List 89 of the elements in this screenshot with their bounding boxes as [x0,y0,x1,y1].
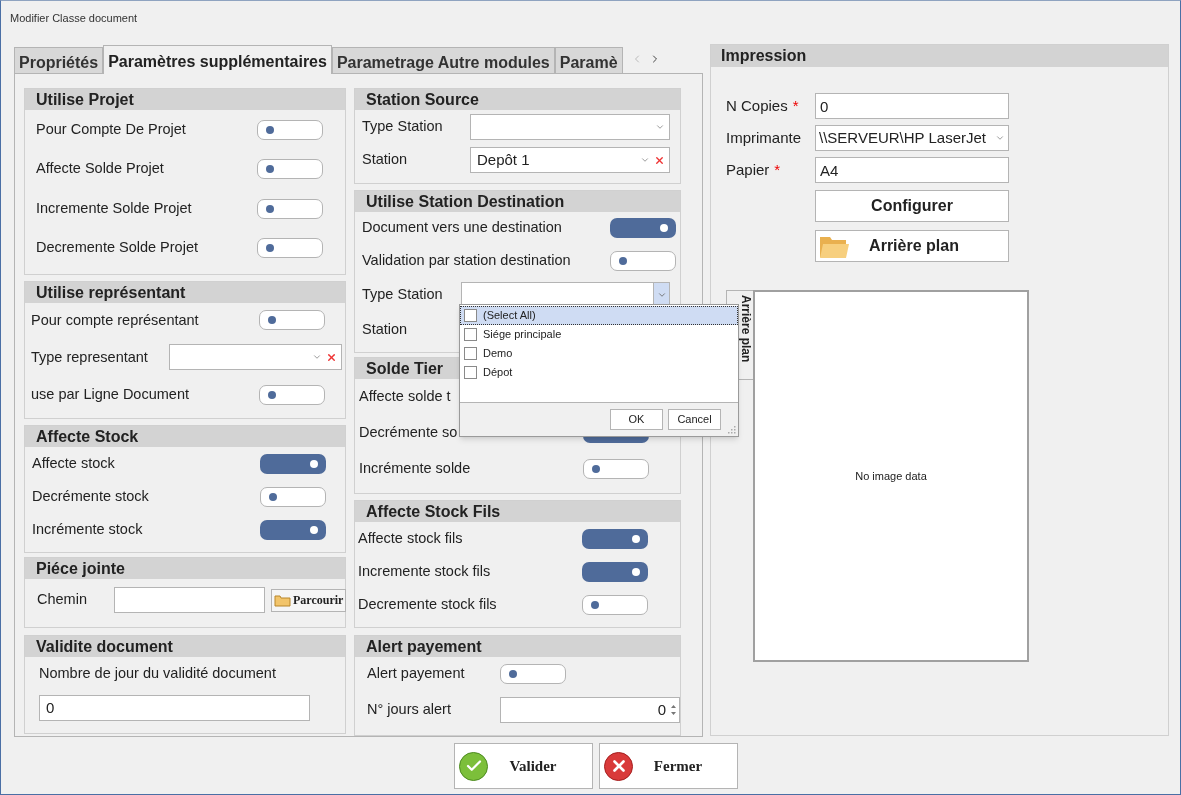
required-mark: * [774,159,781,180]
close-icon [604,751,633,781]
field-label: Type Station [362,285,443,305]
toggle-switch[interactable] [257,159,323,180]
toggle-switch[interactable] [257,238,323,259]
field-label: Station [362,150,408,170]
folder-icon [274,593,291,607]
toggle-switch[interactable] [259,310,325,331]
field-label: Imprimante [726,127,802,148]
field-label: Incremente stock fils [358,561,491,581]
path-field[interactable] [114,587,265,613]
validate-button[interactable]: Valider [454,743,593,789]
field-label: Pour compte représentant [31,310,199,330]
tab[interactable]: Paramètres supplémentaires [103,45,332,74]
days-field[interactable]: 0 [39,694,310,721]
image-preview: No image data [753,290,1029,662]
group-header: Piéce jointe [25,558,345,579]
field-label: N Copies [726,95,788,116]
field-label: Affecte solde t [359,387,451,407]
close-button[interactable]: Fermer [599,743,738,789]
group-header: Impression [711,45,1168,67]
toggle-switch[interactable] [260,486,326,507]
group-header: Validite document [25,636,345,657]
toggle-switch[interactable] [260,519,326,540]
window-title: Modifier Classe document [10,11,138,26]
group-header: Alert payement [355,636,680,657]
browse-button[interactable]: Parcourir [271,588,347,612]
group-header: Utilise Station Destination [355,191,680,212]
field-label: Affecte Solde Projet [36,159,164,179]
checkbox[interactable] [464,328,477,341]
field-label: Affecte stock [32,453,115,473]
field-label: Decrémente so [359,423,458,443]
field-label: Affecte stock fils [358,528,463,548]
field-label: Decrémente stock [32,486,149,506]
field-label: Document vers une destination [362,218,562,238]
field-label: Chemin [37,590,87,610]
field-label: N° jours alert [367,700,451,720]
clear-icon[interactable] [654,154,665,166]
dropdown-item[interactable]: (Select All) [460,306,738,325]
field-label: Incremente Solde Projet [36,198,192,218]
toggle-switch[interactable] [257,198,323,219]
tab[interactable]: Propriétés [14,47,104,73]
text-field[interactable]: 0 [815,93,1009,119]
toggle-switch[interactable] [610,250,676,271]
field-label: Decremente stock fils [358,594,497,614]
group-header: Affecte Stock [25,426,345,447]
field-label: Pour Compte De Projet [36,119,186,139]
field-label: Incrémente solde [359,459,471,479]
field-label: Validation par station destination [362,250,571,270]
popup-button[interactable]: OK [610,409,663,430]
field-label: Decremente Solde Projet [36,238,198,258]
toggle-switch[interactable] [259,384,325,405]
field-label: Papier [726,159,770,180]
toggle-switch[interactable] [500,663,566,684]
toggle-switch[interactable] [257,119,323,140]
checkbox[interactable] [464,366,477,379]
checkbox[interactable] [464,347,477,360]
required-mark: * [792,95,799,116]
toggle-switch[interactable] [260,453,326,474]
resize-grip-icon[interactable] [727,425,736,434]
tab[interactable]: Paramè [554,47,623,73]
toggle-switch[interactable] [582,594,648,615]
field-label: Station [362,319,408,339]
toggle-switch[interactable] [610,218,676,239]
toggle-switch[interactable] [583,459,649,479]
printer-combo[interactable]: \\SERVEUR\HP LaserJet [815,125,1009,151]
number-spinner[interactable]: 0 [500,696,680,723]
configure-button[interactable]: Configurer [815,190,1009,222]
field-label: Type representant [31,347,148,367]
field-label: Alert payement [367,664,465,684]
toggle-switch[interactable] [582,528,648,549]
check-icon [459,751,488,781]
group-header: Utilise représentant [25,282,345,303]
group-header: Utilise Projet [25,89,345,110]
spin-arrows-icon[interactable] [670,702,677,717]
field-label: Incrémente stock [32,519,143,539]
text-field[interactable]: A4 [815,157,1009,183]
background-button[interactable]: Arrière plan [815,230,1009,262]
field-label: Type Station [362,116,443,136]
tab[interactable]: Parametrage Autre modules [331,47,555,73]
group-header: Station Source [355,89,680,110]
clear-icon[interactable] [326,352,337,363]
toggle-switch[interactable] [582,561,648,582]
group-header: Affecte Stock Fils [355,501,680,522]
field-label: use par Ligne Document [31,384,189,404]
combo-box[interactable]: Depôt 1 [470,147,670,174]
checkbox[interactable] [464,309,477,322]
popup-button[interactable]: Cancel [668,409,721,430]
field-label: Nombre de jour du validité document [39,664,276,684]
